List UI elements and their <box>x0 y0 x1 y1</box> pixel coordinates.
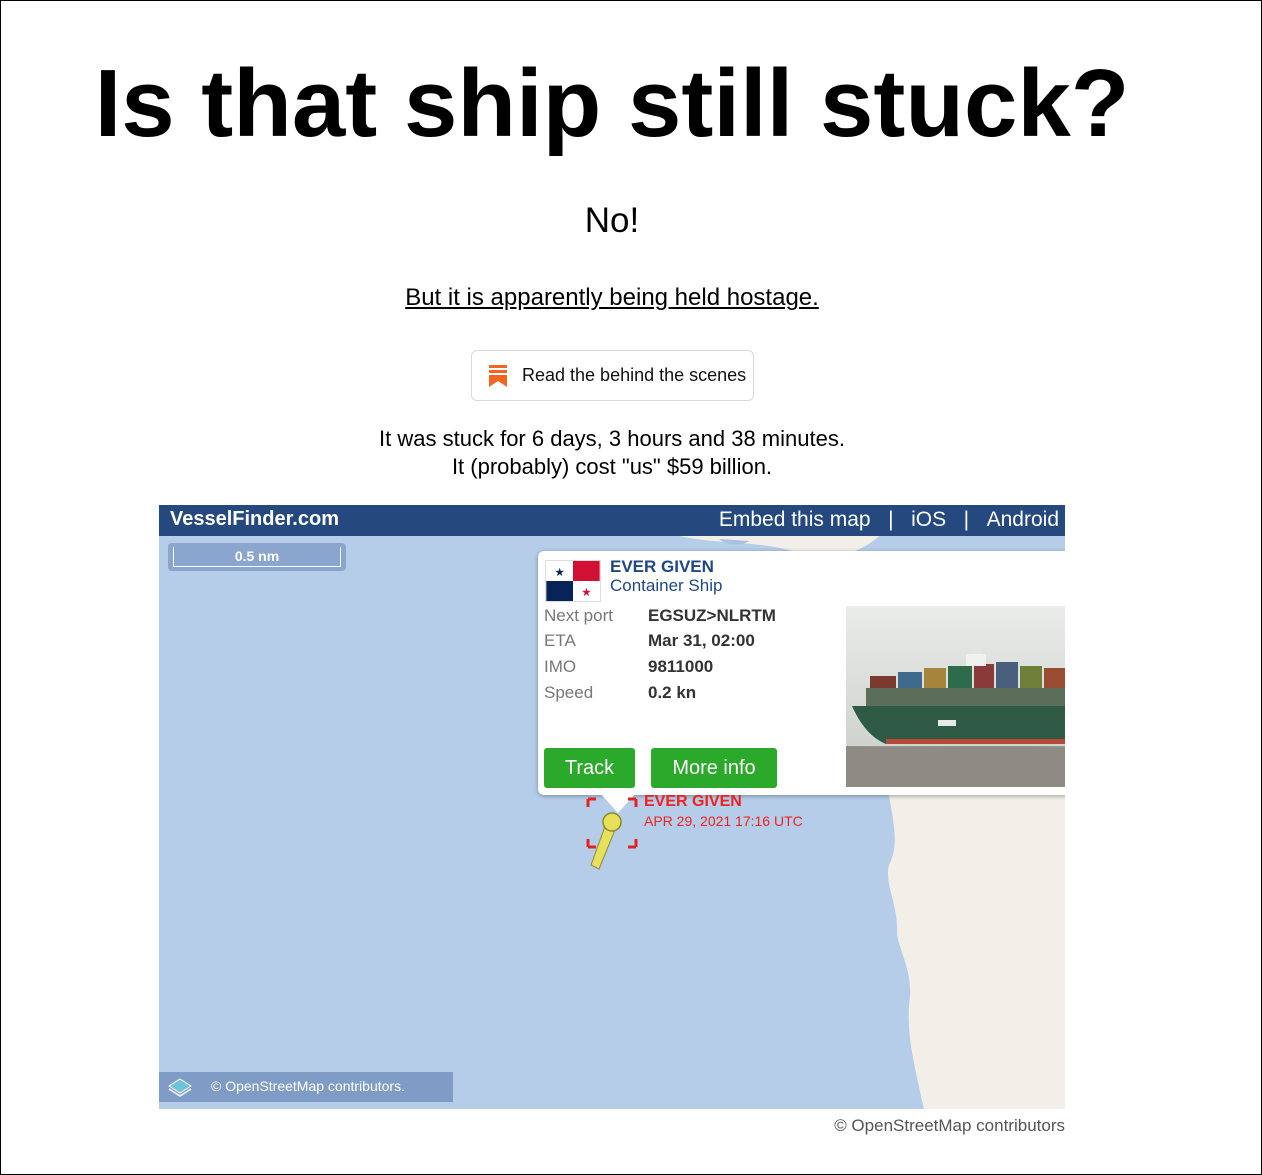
behind-the-scenes-label: Read the behind the scenes <box>522 365 747 385</box>
ios-link[interactable]: iOS <box>911 508 946 532</box>
layers-icon[interactable] <box>167 1075 193 1099</box>
answer-text: No! <box>584 201 640 240</box>
map-scale: 0.5 nm <box>168 543 346 571</box>
page-frame: Is that ship still stuck? No! But it is … <box>0 0 1262 1175</box>
scale-label: 0.5 nm <box>173 547 341 567</box>
panama-flag: ★ ★ <box>545 560 601 602</box>
marker-ship-name: EVER GIVEN <box>644 793 742 810</box>
popup-ship-name: EVER GIVEN <box>610 557 714 576</box>
map-header: VesselFinder.com Embed this map | iOS | … <box>159 505 1065 536</box>
cost-text: It (probably) cost "us" $59 billion. <box>451 454 773 479</box>
separator <box>871 508 889 532</box>
vessel-photo[interactable] <box>846 606 1065 787</box>
bookmark-icon <box>489 364 507 387</box>
separator <box>969 508 987 532</box>
vessel-marker[interactable] <box>583 795 643 875</box>
map-attribution-text[interactable]: © OpenStreetMap contributors. <box>211 1078 405 1094</box>
vessel-popup: ★ ★ EVER GIVEN Container Ship Next port … <box>538 551 1065 795</box>
stuck-duration-text: It was stuck for 6 days, 3 hours and 38 … <box>379 426 845 451</box>
page-attribution: © OpenStreetMap contributors <box>834 1116 1065 1135</box>
page-title: Is that ship still stuck? <box>94 50 1130 157</box>
popup-ship-type: Container Ship <box>610 576 723 595</box>
more-info-button[interactable]: More info <box>651 748 777 788</box>
hostage-link[interactable]: But it is apparently being held hostage. <box>405 284 819 311</box>
embed-map-link[interactable]: Embed this map <box>719 508 871 532</box>
track-button[interactable]: Track <box>544 748 635 788</box>
marker-timestamp: APR 29, 2021 17:16 UTC <box>644 813 803 829</box>
android-link[interactable]: Android <box>987 508 1059 532</box>
hostage-paragraph: But it is apparently being held hostage. <box>1 284 1223 312</box>
separator <box>894 508 912 532</box>
svg-text:★: ★ <box>555 567 565 579</box>
separator <box>946 508 964 532</box>
behind-the-scenes-button[interactable]: Read the behind the scenes <box>471 350 754 401</box>
svg-text:★: ★ <box>581 587 591 599</box>
vessel-map[interactable]: VesselFinder.com Embed this map | iOS | … <box>159 505 1065 1109</box>
map-header-links: Embed this map | iOS | Android <box>719 508 1059 532</box>
stats: It was stuck for 6 days, 3 hours and 38 … <box>1 425 1223 481</box>
map-attribution-bar: © OpenStreetMap contributors. <box>159 1072 453 1102</box>
vesselfinder-brand[interactable]: VesselFinder.com <box>170 508 339 531</box>
